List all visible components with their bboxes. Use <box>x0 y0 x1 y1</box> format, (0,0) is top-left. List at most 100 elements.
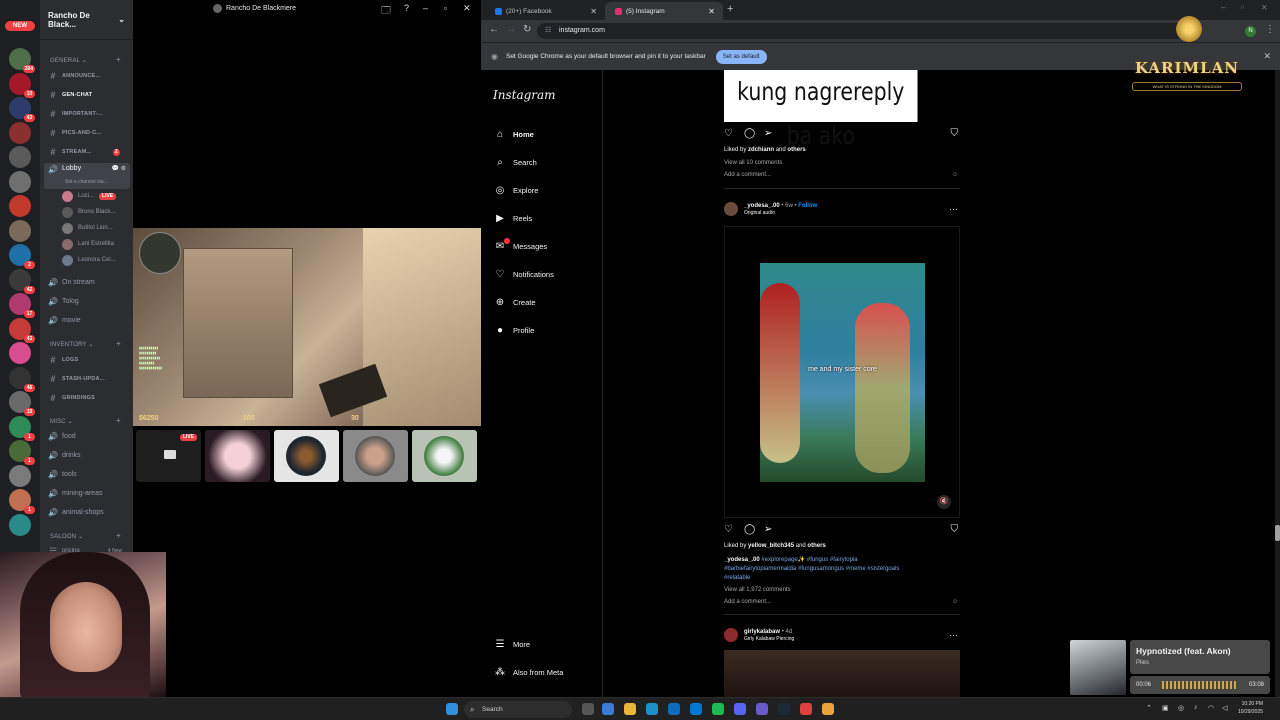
volume-icon[interactable]: ◁ <box>1222 704 1227 712</box>
new-tab-icon[interactable]: + <box>727 3 733 15</box>
voice-channel[interactable]: 🔊 movie <box>44 312 130 328</box>
server-icon[interactable] <box>9 464 31 487</box>
server-icon[interactable]: 43 <box>9 97 35 122</box>
save-icon[interactable]: ⛉ <box>951 128 959 139</box>
comment-icon[interactable]: ◯ <box>744 524 755 535</box>
chrome-icon[interactable] <box>822 703 834 715</box>
add-comment-input[interactable]: Add a comment... <box>724 599 771 605</box>
back-icon[interactable]: ← <box>489 24 499 35</box>
mute-icon[interactable]: 🔇 <box>937 495 951 509</box>
site-info-icon[interactable]: ☷ <box>545 23 551 39</box>
scrollbar-thumb[interactable] <box>1275 525 1280 541</box>
save-icon[interactable]: ⛉ <box>951 524 959 535</box>
messenger-icon[interactable] <box>756 703 768 715</box>
system-clock[interactable]: 10:20 PM 10/29/2025 <box>1238 700 1263 716</box>
add-channel-icon[interactable]: + <box>116 339 121 348</box>
more-options-icon[interactable]: ··· <box>949 204 958 214</box>
server-header[interactable]: Rancho De Black... ⌄ <box>40 0 133 40</box>
avatar[interactable] <box>724 628 738 642</box>
close-tab-icon[interactable]: ✕ <box>708 7 715 16</box>
forward-icon[interactable]: → <box>506 24 516 35</box>
server-icon[interactable]: 10 <box>9 72 35 98</box>
server-icon[interactable]: 1 <box>9 440 35 465</box>
minimize-icon[interactable]: – <box>423 3 428 13</box>
steam-icon[interactable] <box>778 703 790 715</box>
close-icon[interactable]: ✕ <box>1261 3 1268 12</box>
server-icon[interactable]: 43 <box>9 317 35 343</box>
edge-icon[interactable] <box>646 703 658 715</box>
text-channel[interactable]: # IMPORTANT-... <box>44 106 130 122</box>
spotify-icon[interactable] <box>712 703 724 715</box>
outlook-icon[interactable] <box>690 703 702 715</box>
inbox-icon[interactable]: 🗔 <box>381 3 391 19</box>
nav-profile[interactable]: ● Profile <box>493 320 534 340</box>
text-channel[interactable]: # ANNOUNCE... <box>44 68 130 84</box>
server-icon[interactable]: 1 <box>9 415 35 441</box>
stream-view[interactable]: ▮▮▮▮▮▮▮▮▮▮ ▮▮▮▮▮▮▮▮▮ ▮▮▮▮▮▮▮▮▮▮▮ ▮▮▮▮▮▮▮▮ ▮▮… <box>133 228 481 426</box>
maximize-icon[interactable]: ▫ <box>444 3 447 13</box>
category-misc[interactable]: MISC ⌄ + <box>50 416 121 425</box>
address-bar[interactable]: ☷ instagram.com <box>537 23 1197 39</box>
reload-icon[interactable]: ↻ <box>523 24 531 35</box>
post-image[interactable]: kung nagrereply ba ako <box>724 70 918 150</box>
tray-overflow-icon[interactable]: ⌃ <box>1146 704 1152 712</box>
tray-app-icon[interactable]: ◎ <box>1178 704 1184 712</box>
nav-explore[interactable]: ◎ Explore <box>493 180 539 200</box>
nav-messages[interactable]: ✉ Messages <box>493 236 547 256</box>
post-location[interactable]: Girly Kalabaw Piercing <box>744 636 794 642</box>
nav-search[interactable]: ⌕ Search <box>493 152 537 172</box>
discord-icon[interactable] <box>734 703 746 715</box>
menu-icon[interactable]: ⋮ <box>1265 24 1275 35</box>
set-default-button[interactable]: Set as default <box>715 49 767 64</box>
voice-user[interactable]: Bruno Black... <box>62 205 115 219</box>
close-tab-icon[interactable]: ✕ <box>590 7 597 16</box>
post-video[interactable]: me and my sister core 🔇 <box>724 226 960 518</box>
text-channel[interactable]: # STREAM... 2 <box>44 144 130 160</box>
server-icon[interactable] <box>9 342 31 364</box>
taskbar-search[interactable]: ⌕ Search <box>464 701 572 718</box>
caption-username[interactable]: _yodesa_.00 <box>724 557 760 563</box>
server-icon[interactable]: 2 <box>9 244 35 269</box>
server-icon[interactable] <box>9 170 31 193</box>
add-comment-input[interactable]: Add a comment... <box>724 172 771 178</box>
voice-user[interactable]: Luci... LIVE <box>62 189 117 203</box>
nav-also-from-meta[interactable]: ⁂ Also from Meta <box>493 662 563 682</box>
post-username[interactable]: girlykalabaw <box>744 629 780 635</box>
nav-notifications[interactable]: ♡ Notifications <box>493 264 554 284</box>
close-icon[interactable]: ✕ <box>1263 51 1271 62</box>
emoji-icon[interactable]: ☺ <box>952 172 958 178</box>
comment-icon[interactable]: ◯ <box>744 128 755 139</box>
emoji-icon[interactable]: ☺ <box>952 599 958 605</box>
nav-create[interactable]: ⊕ Create <box>493 292 536 312</box>
file-explorer-icon[interactable] <box>624 703 636 715</box>
participant-tile[interactable] <box>412 430 477 482</box>
tray-app-icon[interactable]: ▣ <box>1162 704 1169 712</box>
category-saloon[interactable]: SALOON ⌄ + <box>50 531 121 540</box>
text-channel[interactable]: # GRINDINGS <box>44 390 130 406</box>
store-icon[interactable] <box>668 703 680 715</box>
view-comments-link[interactable]: View all 10 comments <box>724 160 782 166</box>
channel-status[interactable]: Set a channel sta... <box>65 179 108 185</box>
obs-icon[interactable] <box>800 703 812 715</box>
minimize-icon[interactable]: – <box>1221 3 1225 12</box>
view-comments-link[interactable]: View all 1,972 comments <box>724 587 791 593</box>
category-inventory[interactable]: INVENTORY ⌄ + <box>50 339 121 348</box>
widgets-icon[interactable] <box>602 703 614 715</box>
voice-user[interactable]: Lani Estrellita <box>62 237 114 251</box>
share-icon[interactable]: ➢ <box>764 524 772 535</box>
instagram-logo[interactable]: Instagram <box>493 88 556 102</box>
page-scrollbar[interactable] <box>1275 70 1280 697</box>
voice-channel[interactable]: 🔊 mining-areas <box>44 485 130 501</box>
voice-channel[interactable]: 🔊 tools <box>44 466 130 482</box>
server-icon[interactable] <box>9 121 31 144</box>
add-channel-icon[interactable]: + <box>116 416 121 425</box>
like-icon[interactable]: ♡ <box>724 128 733 139</box>
voice-channel[interactable]: 🔊 Tolog <box>44 293 130 309</box>
participant-tile[interactable] <box>205 430 270 482</box>
server-icon[interactable] <box>9 195 31 217</box>
voice-channel[interactable]: 🔊 food <box>44 428 130 444</box>
microphone-icon[interactable]: ♪ <box>1194 704 1198 711</box>
nav-reels[interactable]: ▶ Reels <box>493 208 532 228</box>
server-icon[interactable]: 284 <box>9 48 35 73</box>
server-icon[interactable]: 17 <box>9 293 35 318</box>
